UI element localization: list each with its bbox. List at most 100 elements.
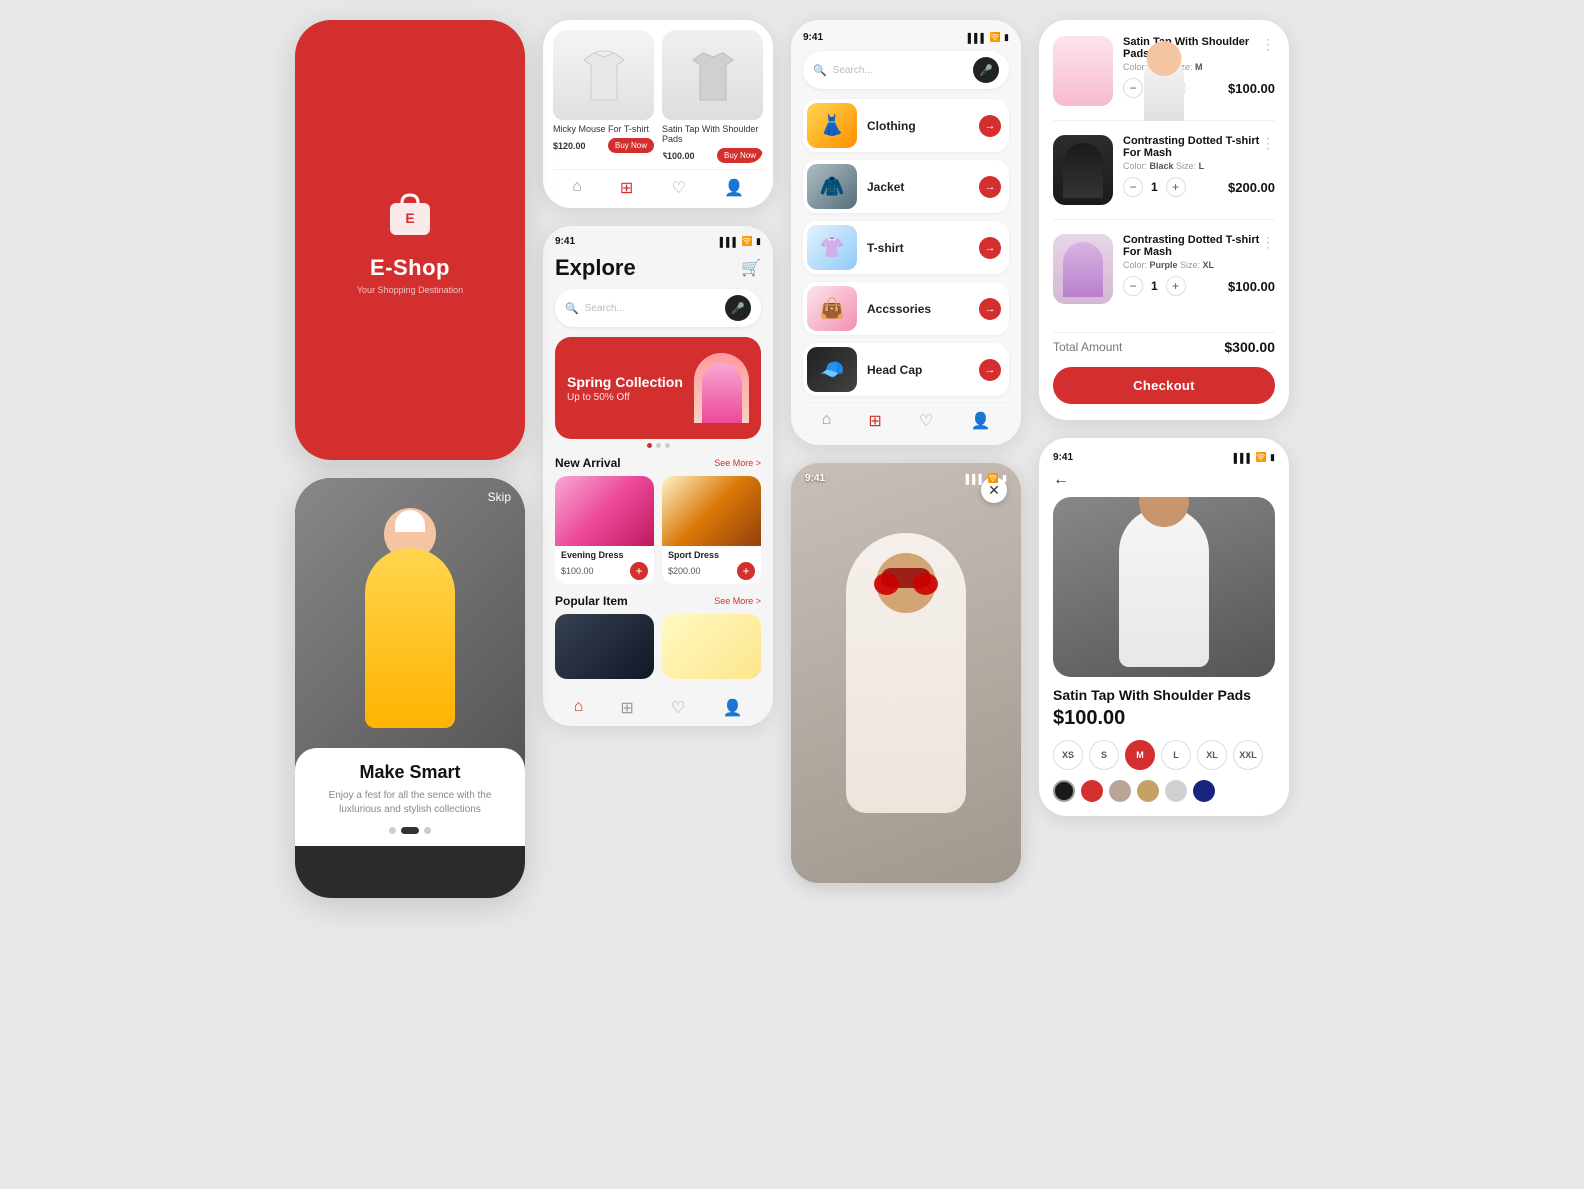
explore-time: 9:41 xyxy=(555,236,575,247)
bag-icon: E xyxy=(380,185,440,245)
splash-screen: E E-Shop Your Shopping Destination xyxy=(295,20,525,460)
category-clothing[interactable]: 👗 Clothing → xyxy=(803,99,1009,152)
grid-nav-icon[interactable]: ⊞ xyxy=(620,178,633,198)
new-arrival-item-1: Evening Dress $100.00 + xyxy=(555,476,654,584)
cat-signal-icon: ▌▌▌ xyxy=(968,33,987,43)
size-m[interactable]: M xyxy=(1125,740,1155,770)
checkout-button[interactable]: Checkout xyxy=(1053,367,1275,404)
skip-button[interactable]: Skip xyxy=(488,490,511,504)
explore-heart-nav[interactable]: ♡ xyxy=(671,698,685,718)
mic-button[interactable]: 🎤 xyxy=(725,295,751,321)
new-arrival-title: New Arrival xyxy=(555,456,621,470)
popular-item-2 xyxy=(662,614,761,679)
battery-icon: ▮ xyxy=(756,236,761,247)
clothing-arrow[interactable]: → xyxy=(979,115,1001,137)
cat-user-nav[interactable]: 👤 xyxy=(970,411,990,431)
new-arrival-see-more[interactable]: See More > xyxy=(714,458,761,468)
cart-item-2-qty: 1 xyxy=(1151,180,1158,194)
cart-item-3-info: Contrasting Dotted T-shirt For Mash Colo… xyxy=(1123,234,1275,296)
category-tshirt[interactable]: 👚 T-shirt → xyxy=(803,221,1009,274)
explore-bottom-nav: ⌂ ⊞ ♡ 👤 xyxy=(555,689,761,720)
jacket-arrow[interactable]: → xyxy=(979,176,1001,198)
color-tan[interactable] xyxy=(1109,780,1131,802)
item-1-add-button[interactable]: + xyxy=(630,562,648,580)
photo-modal-screen: ✕ 9:41 ▌▌▌ 🛜 ▮ xyxy=(791,463,1021,883)
explore-inner: 9:41 ▌▌▌ 🛜 ▮ Explore 🛒 🔍 Search... 🎤 Spr… xyxy=(543,226,773,726)
cart-item-3-meta: Color: Purple Size: XL xyxy=(1123,260,1275,270)
color-red[interactable] xyxy=(1081,780,1103,802)
category-accessories[interactable]: 👜 Accssories → xyxy=(803,282,1009,335)
cart-item-1-more-icon[interactable]: ⋮ xyxy=(1261,36,1275,53)
cat-status-bar: 9:41 ▌▌▌ 🛜 ▮ xyxy=(803,32,1009,43)
explore-grid-nav[interactable]: ⊞ xyxy=(620,698,633,718)
cat-wifi-icon: 🛜 xyxy=(990,32,1001,43)
item-2-add-button[interactable]: + xyxy=(737,562,755,580)
heart-nav-icon[interactable]: ♡ xyxy=(671,178,685,198)
signal-icon: ▌▌▌ xyxy=(720,237,739,247)
new-arrival-items: Evening Dress $100.00 + Sport Dress $200… xyxy=(555,476,761,584)
cart-item-2-increase[interactable]: + xyxy=(1166,177,1186,197)
explore-status-icons: ▌▌▌ 🛜 ▮ xyxy=(720,236,761,247)
product-2-name: Satin Tap With Shoulder Pads xyxy=(662,124,763,144)
popular-item-1 xyxy=(555,614,654,679)
detail-back-button[interactable]: ← xyxy=(1053,471,1069,489)
clothing-label: Clothing xyxy=(867,119,969,133)
photo-battery-icon: ▮ xyxy=(1002,473,1007,484)
cat-heart-nav[interactable]: ♡ xyxy=(919,411,933,431)
size-s[interactable]: S xyxy=(1089,740,1119,770)
detail-status-icons: ▌▌▌ 🛜 ▮ xyxy=(1234,452,1275,463)
explore-search-placeholder: Search... xyxy=(585,303,719,314)
cart-item-3-decrease[interactable]: − xyxy=(1123,276,1143,296)
size-selector: XS S M L XL XXL xyxy=(1053,740,1275,770)
item-2-price: $200.00 xyxy=(668,566,701,576)
new-arrival-item-2: Sport Dress $200.00 + xyxy=(662,476,761,584)
category-search-bar[interactable]: 🔍 Search... 🎤 xyxy=(803,51,1009,89)
popular-see-more[interactable]: See More > xyxy=(714,596,761,606)
explore-user-nav[interactable]: 👤 xyxy=(722,698,742,718)
product-1-buy-button[interactable]: Buy Now xyxy=(608,138,654,153)
category-headcap[interactable]: 🧢 Head Cap → xyxy=(803,343,1009,396)
color-gold[interactable] xyxy=(1137,780,1159,802)
size-xxl[interactable]: XXL xyxy=(1233,740,1263,770)
photo-time: 9:41 xyxy=(805,473,825,484)
product-2-buy-button[interactable]: Buy Now xyxy=(717,148,763,163)
accessories-arrow[interactable]: → xyxy=(979,298,1001,320)
cart-item-3-more-icon[interactable]: ⋮ xyxy=(1261,234,1275,251)
color-black[interactable] xyxy=(1053,780,1075,802)
color-navy[interactable] xyxy=(1193,780,1215,802)
cat-mic-button[interactable]: 🎤 xyxy=(973,57,999,83)
wifi-icon: 🛜 xyxy=(742,236,753,247)
onboard-text-area: Make Smart Enjoy a fest for all the senc… xyxy=(295,748,525,846)
explore-search-bar[interactable]: 🔍 Search... 🎤 xyxy=(555,289,761,327)
cart-item-3-qty-row: − 1 + $100.00 xyxy=(1123,276,1275,296)
size-l[interactable]: L xyxy=(1161,740,1191,770)
cat-home-nav[interactable]: ⌂ xyxy=(822,411,832,431)
detail-time: 9:41 xyxy=(1053,452,1073,463)
cart-item-3-price: $100.00 xyxy=(1228,279,1275,294)
cart-item-3-qty: 1 xyxy=(1151,279,1158,293)
cart-item-2-more-icon[interactable]: ⋮ xyxy=(1261,135,1275,152)
home-nav-icon[interactable]: ⌂ xyxy=(572,178,582,198)
banner-title: Spring Collection xyxy=(567,374,683,390)
cart-item-1-decrease[interactable]: − xyxy=(1123,78,1143,98)
cart-item-2-decrease[interactable]: − xyxy=(1123,177,1143,197)
category-jacket[interactable]: 🧥 Jacket → xyxy=(803,160,1009,213)
headcap-arrow[interactable]: → xyxy=(979,359,1001,381)
cart-icon[interactable]: 🛒 xyxy=(741,258,761,278)
tshirt-label: T-shirt xyxy=(867,241,969,255)
photo-status-bar: 9:41 ▌▌▌ 🛜 ▮ xyxy=(805,473,1007,484)
cat-grid-nav[interactable]: ⊞ xyxy=(868,411,881,431)
column-1: E E-Shop Your Shopping Destination Skip … xyxy=(295,20,525,898)
detail-status-bar: 9:41 ▌▌▌ 🛜 ▮ xyxy=(1053,452,1275,463)
user-nav-icon[interactable]: 👤 xyxy=(724,178,744,198)
size-xs[interactable]: XS xyxy=(1053,740,1083,770)
category-list: 👗 Clothing → 🧥 Jacket → 👚 T-shirt → xyxy=(803,99,1009,396)
cart-item-2-qty-row: − 1 + $200.00 xyxy=(1123,177,1275,197)
dot-3 xyxy=(424,827,431,834)
color-gray[interactable] xyxy=(1165,780,1187,802)
explore-home-nav[interactable]: ⌂ xyxy=(574,698,584,718)
cart-item-3-increase[interactable]: + xyxy=(1166,276,1186,296)
cart-item-2-info: Contrasting Dotted T-shirt For Mash Colo… xyxy=(1123,135,1275,197)
size-xl[interactable]: XL xyxy=(1197,740,1227,770)
tshirt-arrow[interactable]: → xyxy=(979,237,1001,259)
